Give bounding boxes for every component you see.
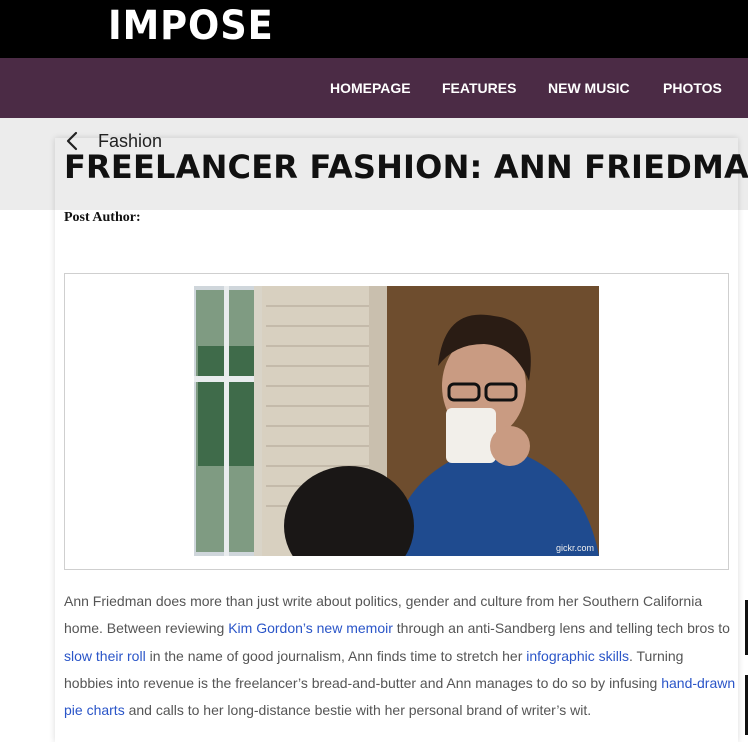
body-text-segment: through an anti-Sandberg lens and tellin…: [392, 620, 730, 637]
image-credit: gickr.com: [555, 543, 594, 553]
link-slow-their-roll[interactable]: slow their roll: [64, 648, 146, 664]
nav-features[interactable]: FEATURES: [442, 58, 516, 118]
main-nav: HOMEPAGE FEATURES NEW MUSIC PHOTOS: [0, 58, 748, 118]
nav-new-music[interactable]: NEW MUSIC: [548, 58, 630, 118]
photo-illustration: [194, 286, 599, 556]
nav-photos[interactable]: PHOTOS: [663, 58, 722, 118]
featured-image: gickr.com: [194, 286, 599, 556]
nav-homepage[interactable]: HOMEPAGE: [330, 58, 411, 118]
link-kim-gordon-memoir[interactable]: Kim Gordon’s new memoir: [228, 620, 393, 636]
site-logo[interactable]: IMPOSE: [108, 3, 274, 49]
article-body: Ann Friedman does more than just write a…: [64, 588, 736, 724]
post-author-label: Post Author:: [64, 210, 141, 225]
page-title: FREELANCER FASHION: ANN FRIEDMAN: [64, 148, 748, 186]
body-text-segment: in the name of good journalism, Ann find…: [145, 647, 527, 664]
body-text-segment: and calls to her long-distance bestie wi…: [124, 702, 592, 719]
link-infographic-skills[interactable]: infographic skills: [526, 648, 629, 664]
site-header: IMPOSE: [0, 0, 748, 58]
